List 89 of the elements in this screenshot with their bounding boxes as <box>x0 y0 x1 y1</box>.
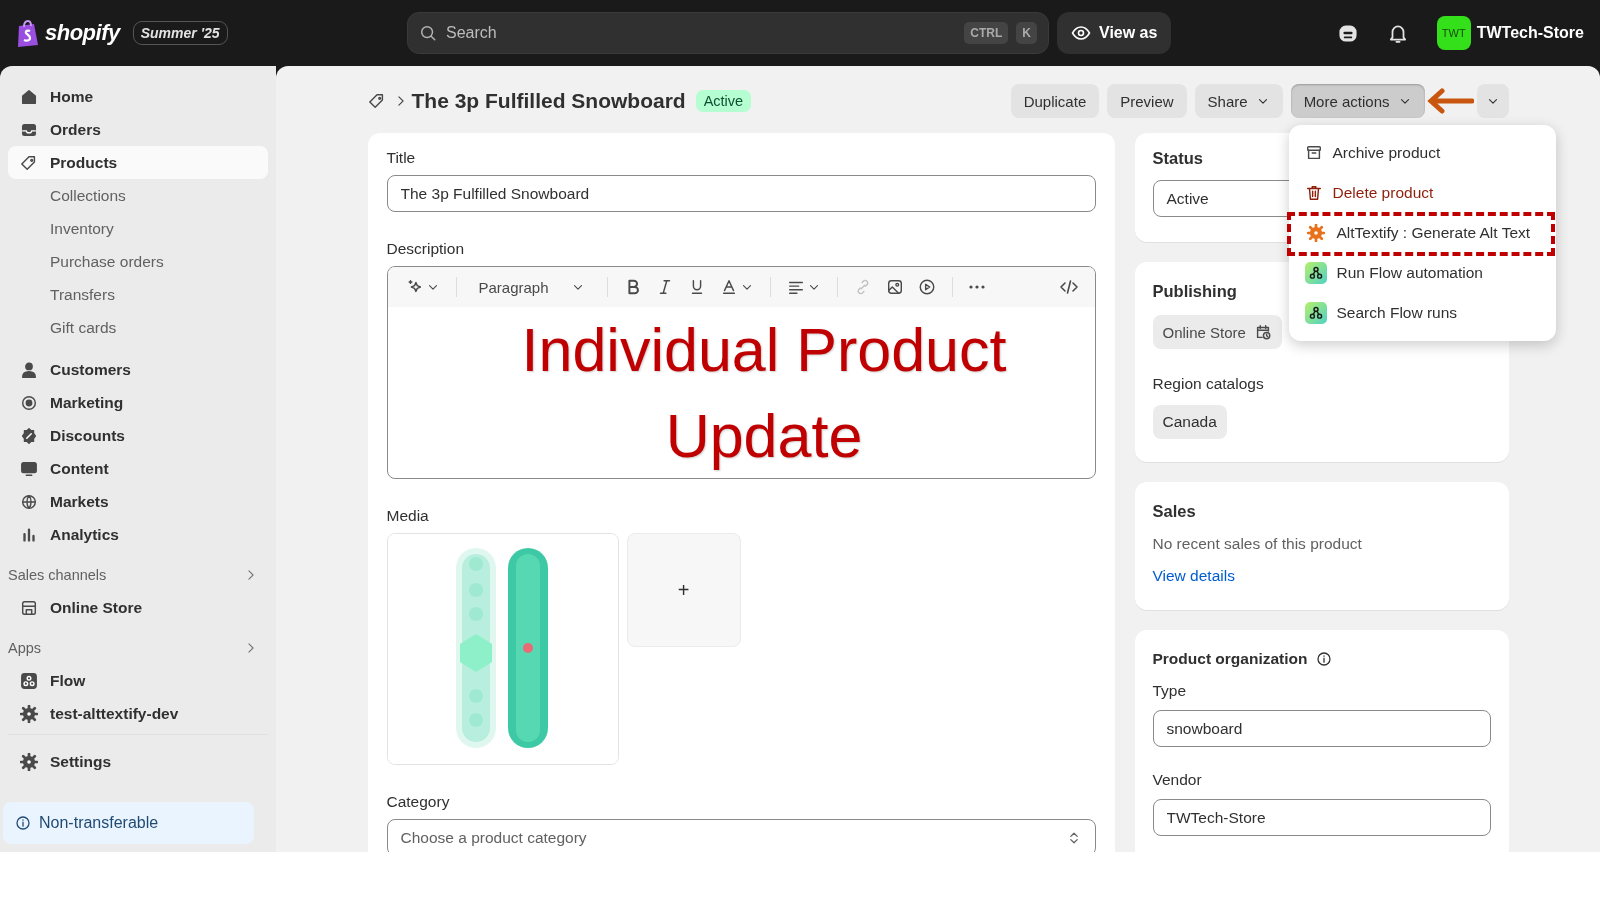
menu-item[interactable]: Archive product <box>1294 133 1550 173</box>
menu-button[interactable]: Share <box>1194 84 1283 118</box>
region-chip[interactable]: Canada <box>1152 405 1227 439</box>
tag-icon <box>367 92 386 110</box>
field-label: Vendor <box>1152 771 1203 789</box>
type-field[interactable]: snowboard <box>1152 710 1491 747</box>
section-header[interactable]: Sales channels <box>8 565 268 585</box>
notice-banner[interactable]: Non-transferable <box>3 802 254 844</box>
field-label: Category <box>386 793 451 811</box>
vendor-field[interactable]: TWTech-Store <box>1152 799 1491 836</box>
sidebar-item[interactable]: Online Store <box>8 591 268 624</box>
search-icon <box>419 24 437 42</box>
sidebar-item[interactable]: Markets <box>8 485 268 518</box>
arrow-annotation <box>1425 88 1474 114</box>
settings-icon <box>20 752 38 771</box>
more-icon <box>968 285 985 289</box>
home-icon <box>20 87 38 106</box>
sidebar-item[interactable]: test-alttextify-dev <box>8 697 268 730</box>
status-badge: Active <box>695 90 752 112</box>
person-icon <box>20 360 38 379</box>
view-details-link[interactable]: View details <box>1152 567 1235 584</box>
store-avatar[interactable]: TWT <box>1436 16 1471 50</box>
flow-icon <box>20 671 38 690</box>
store-icon <box>20 598 38 617</box>
play-icon <box>917 278 936 296</box>
field-label: Type <box>1152 682 1188 700</box>
keyboard-key: CTRL <box>964 22 1009 44</box>
section-title: Sales channels <box>8 567 107 583</box>
add-media-button[interactable]: + <box>626 533 741 647</box>
sidebar-item[interactable]: Orders <box>8 113 268 146</box>
description-text: Individual Product Update <box>520 314 1008 472</box>
shopping-bag-logo-icon <box>16 19 40 47</box>
sidebar-item[interactable]: Discounts <box>8 419 268 452</box>
store-name[interactable]: TWTech-Store <box>1476 24 1584 42</box>
section-title: Apps <box>8 640 42 656</box>
card-title: Sales <box>1152 502 1196 521</box>
action-button[interactable]: Preview <box>1107 84 1187 118</box>
shopify-logo[interactable]: shopify <box>45 20 120 46</box>
sidebar-item[interactable]: Flow <box>8 664 268 697</box>
sidebar-item[interactable]: Content <box>8 452 268 485</box>
gear-icon <box>1306 224 1325 242</box>
trash-icon <box>1304 184 1323 202</box>
monitor-icon <box>20 459 38 478</box>
sidebar-item[interactable]: Products <box>8 146 268 179</box>
sidebar-subitem[interactable]: Gift cards <box>8 311 268 344</box>
sidebar-item[interactable]: Settings <box>8 745 268 778</box>
edition-badge: Summer '25 <box>132 21 228 45</box>
discount-icon <box>20 426 38 445</box>
sidebar-subitem[interactable]: Inventory <box>8 212 268 245</box>
page-title: The 3p Fulfilled Snowboard <box>411 89 686 113</box>
sidebar-item[interactable]: Home <box>8 80 268 113</box>
sidebar-item[interactable]: Analytics <box>8 518 268 551</box>
section-label: Region catalogs <box>1152 375 1265 393</box>
globe-icon <box>20 492 38 511</box>
card-title: Status <box>1152 149 1203 168</box>
menu-item[interactable]: Delete product <box>1294 173 1550 213</box>
section-header[interactable]: Apps <box>8 638 268 658</box>
info-icon <box>15 815 31 831</box>
field-label: Description <box>386 240 466 258</box>
category-select[interactable]: Choose a product category <box>386 819 1096 852</box>
image-icon <box>885 278 904 296</box>
sidebar-item[interactable]: Customers <box>8 353 268 386</box>
action-button[interactable]: Duplicate <box>1010 84 1100 118</box>
title-field[interactable]: The 3p Fulfilled Snowboard <box>386 175 1096 212</box>
keyboard-key: K <box>1016 22 1037 44</box>
sales-text: No recent sales of this product <box>1152 535 1363 553</box>
eye-icon <box>1071 23 1091 43</box>
field-label: Title <box>386 149 417 167</box>
menu-button[interactable]: More actions <box>1290 84 1425 118</box>
card-title: Publishing <box>1152 282 1237 301</box>
menu-item[interactable]: Search Flow runs <box>1294 293 1550 333</box>
sidebar-subitem[interactable]: Purchase orders <box>8 245 268 278</box>
menu-item[interactable]: AltTextify : Generate Alt Text <box>1294 213 1550 253</box>
info-icon <box>1315 651 1332 667</box>
view-as-button[interactable]: View as <box>1057 12 1172 54</box>
tag-icon <box>20 153 38 172</box>
menu-item[interactable]: Run Flow automation <box>1294 253 1550 293</box>
sidebar-item[interactable]: Marketing <box>8 386 268 419</box>
field-label: Media <box>386 507 430 525</box>
code-icon <box>1058 277 1079 297</box>
sidebar-subitem[interactable]: Transfers <box>8 278 268 311</box>
sidebar-subitem[interactable]: Collections <box>8 179 268 212</box>
format-dropdown[interactable]: Paragraph <box>470 278 593 296</box>
description-editor[interactable]: Paragraph Individual Product Update <box>386 266 1096 479</box>
archive-icon <box>1304 144 1323 162</box>
target-icon <box>20 393 38 412</box>
gear-icon <box>20 704 38 723</box>
card-title: Product organization <box>1152 650 1308 668</box>
channel-chip[interactable]: Online Store <box>1152 315 1282 349</box>
